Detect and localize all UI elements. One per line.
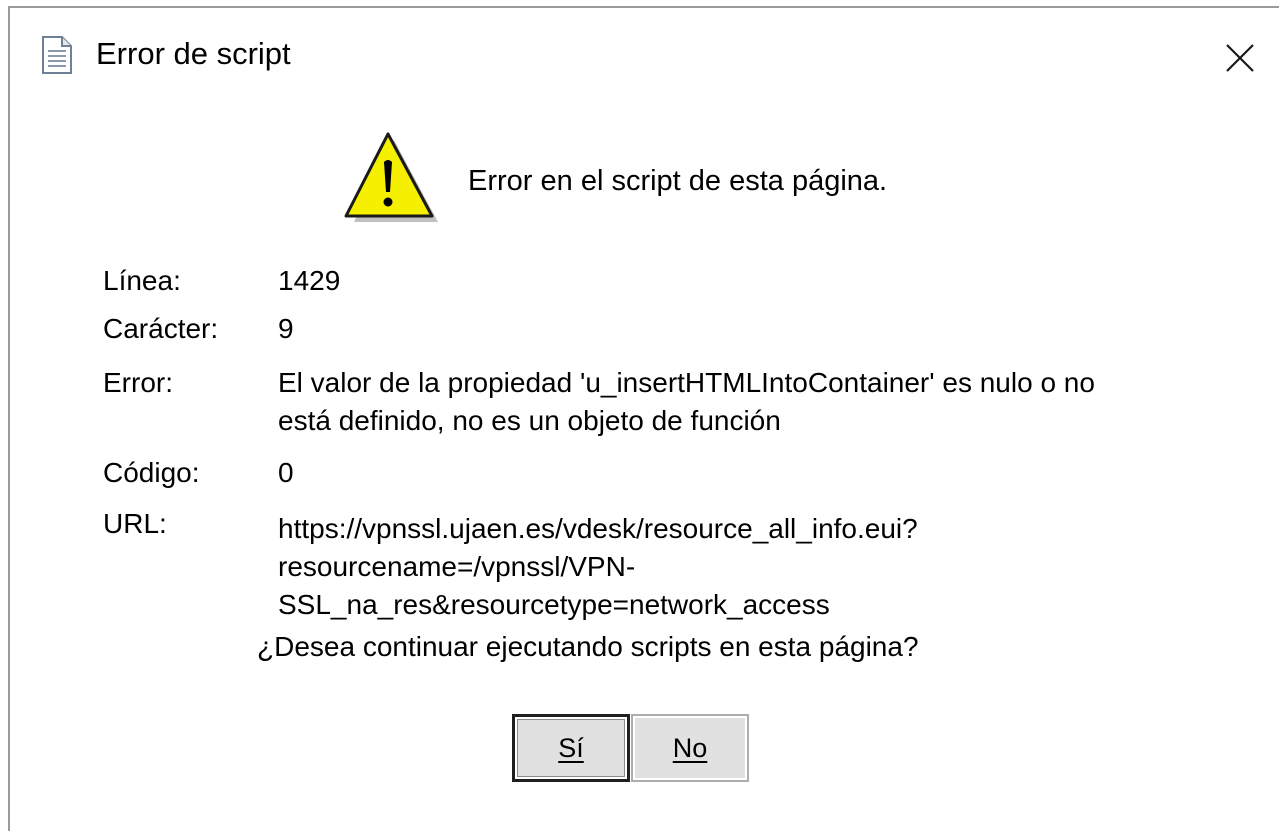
character-value: 9 bbox=[278, 313, 294, 344]
error-message-line-1: El valor de la propiedad 'u_insertHTMLIn… bbox=[278, 367, 1095, 398]
code-label: Código: bbox=[103, 457, 200, 488]
close-button[interactable] bbox=[1210, 30, 1270, 86]
url-value: https://vpnssl.ujaen.es/vdesk/resource_a… bbox=[278, 510, 1208, 624]
code-value: 0 bbox=[278, 457, 294, 488]
error-message: El valor de la propiedad 'u_insertHTMLIn… bbox=[278, 364, 1208, 440]
error-message-line-2: está definido, no es un objeto de funció… bbox=[278, 405, 781, 436]
window-title: Error de script bbox=[96, 36, 291, 71]
error-label: Error: bbox=[103, 367, 173, 398]
warning-icon bbox=[340, 126, 440, 226]
error-headline: Error en el script de esta página. bbox=[468, 165, 888, 197]
script-error-dialog: Error de script Error en el script de es… bbox=[8, 6, 1279, 831]
character-label: Carácter: bbox=[103, 313, 219, 344]
url-line-2: resourcename=/vpnssl/VPN- bbox=[278, 551, 636, 582]
title-bar: Error de script bbox=[10, 8, 1279, 100]
line-value: 1429 bbox=[278, 265, 341, 296]
yes-button[interactable]: Sí bbox=[512, 714, 630, 782]
url-line-3: SSL_na_res&resourcetype=network_access bbox=[278, 589, 830, 620]
continue-question: ¿Desea continuar ejecutando scripts en e… bbox=[257, 631, 919, 662]
url-line-1: https://vpnssl.ujaen.es/vdesk/resource_a… bbox=[278, 513, 918, 544]
no-button[interactable]: No bbox=[631, 714, 749, 782]
document-icon bbox=[40, 35, 74, 75]
url-label: URL: bbox=[103, 508, 167, 539]
line-label: Línea: bbox=[103, 265, 181, 296]
